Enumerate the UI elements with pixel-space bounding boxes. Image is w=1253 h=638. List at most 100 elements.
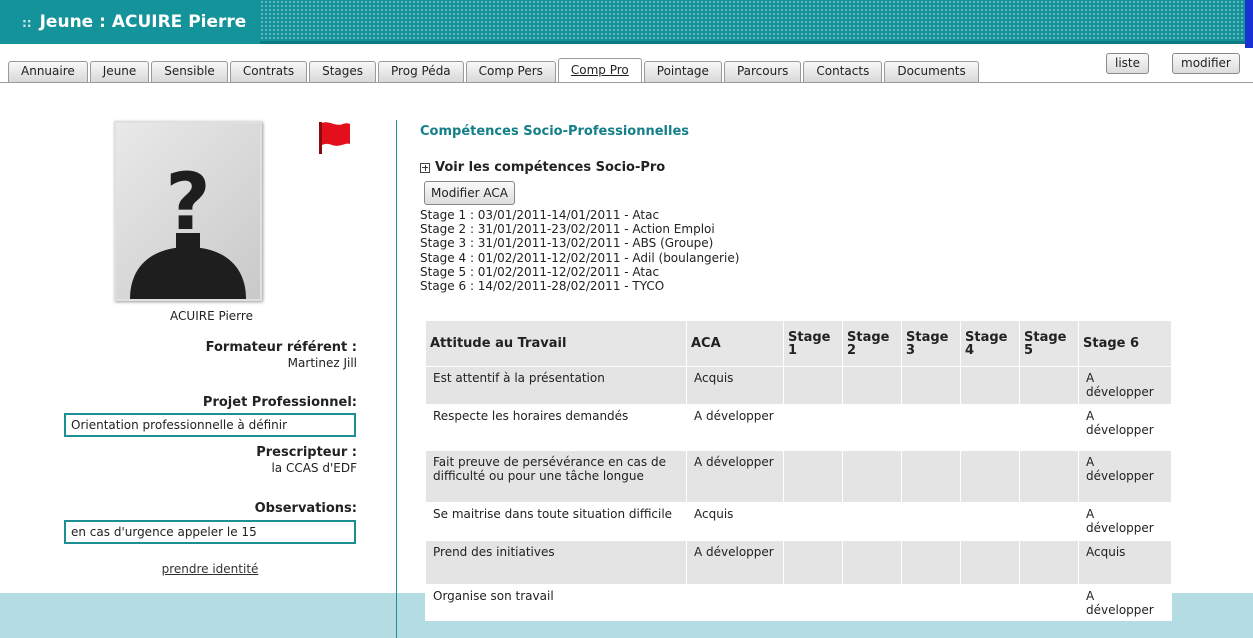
- formateur-label: Formateur référent :: [205, 340, 357, 355]
- projet-field[interactable]: Orientation professionnelle à définir: [64, 413, 356, 437]
- competences-table: Attitude au Travail ACA Stage 1 Stage 2 Stag…: [425, 320, 1172, 621]
- table-cell: [842, 502, 902, 541]
- formateur-value: Martinez Jill: [287, 356, 357, 370]
- table-cell: Est attentif à la présentation: [425, 366, 687, 405]
- table-header-row: Attitude au Travail ACA Stage 1 Stage 2 Stag…: [425, 320, 1172, 367]
- table-cell: Fait preuve de persévérance en cas de di…: [425, 450, 687, 503]
- tab-bar: Annuaire Jeune Sensible Contrats Stages Prog …: [8, 58, 981, 82]
- table-cell: [901, 540, 961, 585]
- table-cell: [842, 450, 902, 503]
- prendre-identite-link[interactable]: prendre identité: [64, 562, 356, 576]
- profile-name: ACUIRE Pierre: [170, 309, 253, 323]
- table-row: Se maitrise dans toute situation diffici…: [425, 502, 1172, 541]
- table-cell: A développer: [686, 404, 784, 451]
- flag-icon[interactable]: [315, 118, 353, 159]
- toggle-label: Voir les compétences Socio-Pro: [435, 160, 666, 175]
- tab-annuaire[interactable]: Annuaire: [8, 61, 88, 82]
- table-cell: Se maitrise dans toute situation diffici…: [425, 502, 687, 541]
- table-cell: [960, 584, 1020, 621]
- tab-pointage[interactable]: Pointage: [643, 61, 722, 82]
- table-cell: [1019, 502, 1079, 541]
- modifier-aca-button[interactable]: Modifier ACA: [424, 181, 515, 205]
- table-row: Prend des initiatives A développer Acquis: [425, 540, 1172, 585]
- table-cell: [901, 404, 961, 451]
- table-cell: A développer: [1078, 502, 1172, 541]
- stage-line: Stage 3 : 31/01/2011-13/02/2011 - ABS (G…: [420, 236, 714, 251]
- tab-jeune[interactable]: Jeune: [89, 61, 150, 82]
- stage-line: Stage 5 : 01/02/2011-12/02/2011 - Atac: [420, 264, 660, 279]
- table-cell: [901, 450, 961, 503]
- table-cell: Acquis: [686, 502, 784, 541]
- table-cell: Respecte les horaires demandés: [425, 404, 687, 451]
- section-title: Compétences Socio-Professionnelles: [420, 124, 689, 139]
- table-cell: [960, 540, 1020, 585]
- svg-text:?: ?: [165, 158, 210, 248]
- table-cell: [901, 584, 961, 621]
- header-prefix: ::: [22, 16, 32, 30]
- expand-icon[interactable]: [420, 162, 430, 173]
- table-cell: [842, 540, 902, 585]
- table-cell: A développer: [686, 540, 784, 585]
- table-cell: [842, 366, 902, 405]
- table-cell: Acquis: [1078, 540, 1172, 585]
- tab-bar-divider: [0, 82, 1253, 83]
- table-cell: [783, 366, 843, 405]
- table-row: Est attentif à la présentation Acquis A dé…: [425, 366, 1172, 405]
- table-cell: A développer: [1078, 404, 1172, 451]
- page-title: :: Jeune : ACUIRE Pierre: [0, 0, 261, 44]
- table-cell: [686, 584, 784, 621]
- table-row: Organise son travail A développer: [425, 584, 1172, 621]
- tab-parcours[interactable]: Parcours: [723, 61, 802, 82]
- table-header-cell: Attitude au Travail: [425, 320, 687, 367]
- table-header-cell: Stage 4: [960, 320, 1020, 367]
- table-cell: Organise son travail: [425, 584, 687, 621]
- table-cell: [842, 584, 902, 621]
- observations-label: Observations:: [254, 501, 357, 516]
- prescripteur-value: la CCAS d'EDF: [271, 461, 357, 475]
- table-cell: A développer: [1078, 366, 1172, 405]
- tab-comp-pro[interactable]: Comp Pro: [557, 58, 642, 82]
- header-title-text: Jeune : ACUIRE Pierre: [39, 12, 247, 32]
- table-header-cell: Stage 6: [1078, 320, 1172, 367]
- header-edge: [1245, 0, 1253, 48]
- prescripteur-label: Prescripteur :: [256, 445, 357, 460]
- table-header-cell: ACA: [686, 320, 784, 367]
- stage-line: Stage 1 : 03/01/2011-14/01/2011 - Atac: [420, 208, 660, 222]
- table-cell: [1019, 366, 1079, 405]
- table-cell: A développer: [686, 450, 784, 503]
- table-cell: [1019, 450, 1079, 503]
- table-row: Respecte les horaires demandés A développ…: [425, 404, 1172, 451]
- tab-comp-pers[interactable]: Comp Pers: [465, 61, 556, 82]
- modifier-button[interactable]: modifier: [1172, 53, 1240, 74]
- tab-documents[interactable]: Documents: [884, 61, 979, 82]
- tab-contacts[interactable]: Contacts: [803, 61, 883, 82]
- table-header-cell: Stage 5: [1019, 320, 1079, 367]
- avatar-placeholder: ?: [114, 121, 262, 301]
- table-cell: [783, 584, 843, 621]
- tab-prog-p-da[interactable]: Prog Péda: [378, 61, 464, 82]
- table-cell: [1019, 404, 1079, 451]
- table-cell: [960, 502, 1020, 541]
- table-cell: [901, 502, 961, 541]
- stage-line: Stage 4 : 01/02/2011-12/02/2011 - Adil (…: [420, 250, 740, 265]
- table-cell: [1019, 584, 1079, 621]
- table-row: Fait preuve de persévérance en cas de di…: [425, 450, 1172, 503]
- observations-field[interactable]: en cas d'urgence appeler le 15: [64, 520, 356, 544]
- table-cell: [901, 366, 961, 405]
- table-header-cell: Stage 3: [901, 320, 961, 367]
- table-cell: A développer: [1078, 584, 1172, 621]
- toggle-competences[interactable]: Voir les compétences Socio-Pro: [420, 160, 665, 175]
- table-cell: Prend des initiatives: [425, 540, 687, 585]
- table-cell: Acquis: [686, 366, 784, 405]
- liste-button[interactable]: liste: [1106, 53, 1150, 74]
- tab-stages[interactable]: Stages: [309, 61, 377, 82]
- stage-line: Stage 6 : 14/02/2011-28/02/2011 - TYCO: [420, 279, 665, 294]
- projet-label: Projet Professionnel:: [202, 395, 357, 410]
- table-cell: [1019, 540, 1079, 585]
- tab-contrats[interactable]: Contrats: [229, 61, 308, 82]
- table-cell: [783, 450, 843, 503]
- table-cell: [783, 502, 843, 541]
- table-cell: [960, 404, 1020, 451]
- tab-sensible[interactable]: Sensible: [151, 61, 228, 82]
- stage-line: Stage 2 : 31/01/2011-23/02/2011 - Action…: [420, 222, 715, 237]
